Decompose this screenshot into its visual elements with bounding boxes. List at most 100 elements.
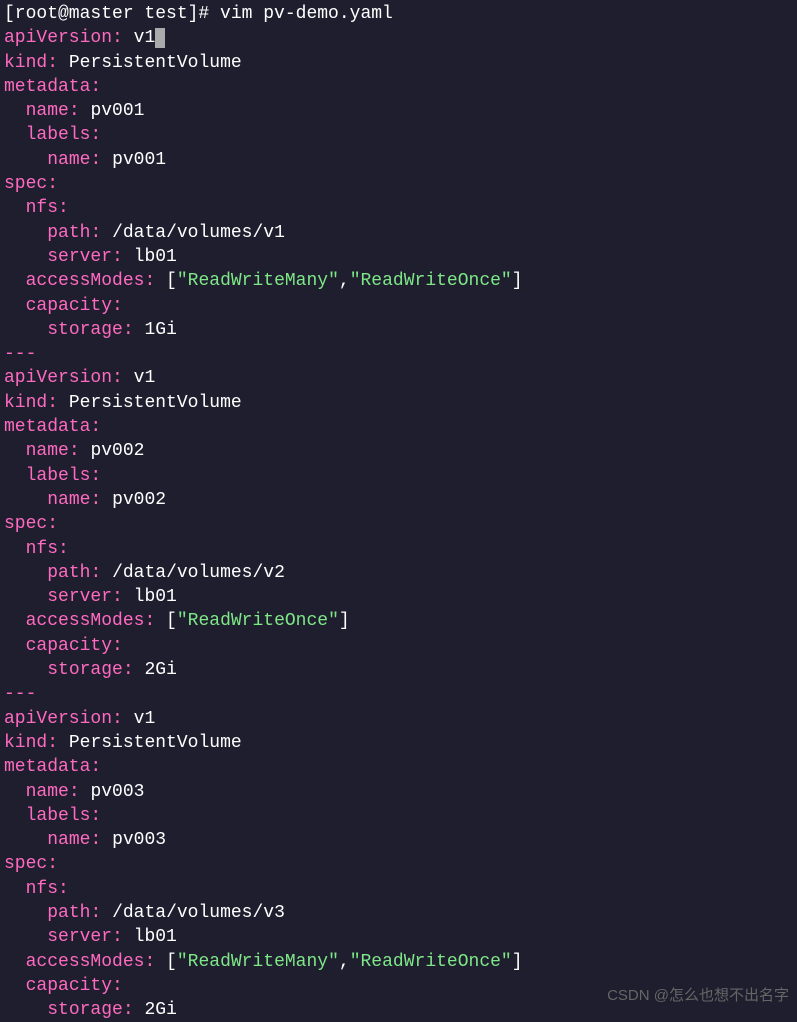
- value-label-name: pv001: [112, 150, 166, 170]
- colon: :: [69, 782, 80, 802]
- colon: :: [69, 101, 80, 121]
- yaml-content: apiVersion: v1kind: PersistentVolumemeta…: [4, 26, 793, 1022]
- access-mode-value: "ReadWriteOnce": [350, 271, 512, 291]
- colon: :: [112, 368, 123, 388]
- yaml-line: spec:: [4, 172, 793, 196]
- colon: :: [47, 514, 58, 534]
- value-storage: 2Gi: [144, 1000, 176, 1020]
- yaml-line: name: pv002: [4, 488, 793, 512]
- yaml-line: capacity:: [4, 634, 793, 658]
- access-mode-value: "ReadWriteMany": [177, 952, 339, 972]
- shell-prompt-line: [root@master test]# vim pv-demo.yaml: [4, 2, 793, 26]
- yaml-line: labels:: [4, 804, 793, 828]
- key-spec: spec: [4, 514, 47, 534]
- separator: ---: [4, 684, 36, 704]
- yaml-line: kind: PersistentVolume: [4, 391, 793, 415]
- colon: :: [47, 53, 58, 73]
- key-metadata: metadata: [4, 417, 90, 437]
- colon: :: [112, 636, 123, 656]
- yaml-line: storage: 1Gi: [4, 318, 793, 342]
- key-server: server: [47, 247, 112, 267]
- colon: :: [90, 490, 101, 510]
- colon: :: [112, 247, 123, 267]
- access-mode-value: "ReadWriteOnce": [177, 611, 339, 631]
- key-accessmodes: accessModes: [26, 611, 145, 631]
- key-metadata: metadata: [4, 77, 90, 97]
- yaml-line: accessModes: ["ReadWriteMany","ReadWrite…: [4, 950, 793, 974]
- key-kind: kind: [4, 393, 47, 413]
- colon: :: [112, 976, 123, 996]
- value-path: /data/volumes/v2: [112, 563, 285, 583]
- key-name: name: [26, 101, 69, 121]
- yaml-line: path: /data/volumes/v1: [4, 221, 793, 245]
- yaml-line: labels:: [4, 123, 793, 147]
- cursor: [155, 28, 165, 48]
- value-server: lb01: [134, 587, 177, 607]
- value-path: /data/volumes/v3: [112, 903, 285, 923]
- yaml-line: name: pv002: [4, 439, 793, 463]
- yaml-line: spec:: [4, 852, 793, 876]
- colon: :: [112, 28, 123, 48]
- colon: :: [90, 757, 101, 777]
- key-labels: labels: [26, 125, 91, 145]
- key-capacity: capacity: [26, 636, 112, 656]
- access-mode-value: "ReadWriteOnce": [350, 952, 512, 972]
- colon: :: [90, 903, 101, 923]
- key-apiversion: apiVersion: [4, 28, 112, 48]
- colon: :: [47, 174, 58, 194]
- colon: :: [47, 854, 58, 874]
- watermark: CSDN @怎么也想不出名字: [607, 986, 789, 1006]
- yaml-line: name: pv001: [4, 99, 793, 123]
- yaml-line: labels:: [4, 464, 793, 488]
- terminal-output[interactable]: [root@master test]# vim pv-demo.yaml api…: [4, 2, 793, 1022]
- yaml-line: kind: PersistentVolume: [4, 51, 793, 75]
- value-storage: 1Gi: [144, 320, 176, 340]
- key-storage: storage: [47, 320, 123, 340]
- value-server: lb01: [134, 247, 177, 267]
- key-server: server: [47, 587, 112, 607]
- yaml-line: name: pv003: [4, 780, 793, 804]
- colon: :: [90, 830, 101, 850]
- key-labels: labels: [26, 806, 91, 826]
- key-label-name: name: [47, 490, 90, 510]
- yaml-line: metadata:: [4, 755, 793, 779]
- colon: :: [123, 660, 134, 680]
- yaml-line: nfs:: [4, 877, 793, 901]
- key-storage: storage: [47, 660, 123, 680]
- key-nfs: nfs: [26, 198, 58, 218]
- key-path: path: [47, 903, 90, 923]
- key-capacity: capacity: [26, 296, 112, 316]
- yaml-line: name: pv003: [4, 828, 793, 852]
- yaml-line: capacity:: [4, 294, 793, 318]
- yaml-line: name: pv001: [4, 148, 793, 172]
- colon: :: [69, 441, 80, 461]
- key-apiversion: apiVersion: [4, 368, 112, 388]
- yaml-line: metadata:: [4, 75, 793, 99]
- colon: :: [90, 150, 101, 170]
- yaml-line: nfs:: [4, 537, 793, 561]
- yaml-line: storage: 2Gi: [4, 658, 793, 682]
- colon: :: [90, 77, 101, 97]
- key-kind: kind: [4, 53, 47, 73]
- colon: :: [58, 539, 69, 559]
- yaml-line: apiVersion: v1: [4, 707, 793, 731]
- value-apiversion: v1: [134, 28, 156, 48]
- separator: ---: [4, 344, 36, 364]
- colon: :: [123, 320, 134, 340]
- colon: :: [144, 271, 155, 291]
- key-accessmodes: accessModes: [26, 952, 145, 972]
- key-path: path: [47, 563, 90, 583]
- key-capacity: capacity: [26, 976, 112, 996]
- yaml-line: metadata:: [4, 415, 793, 439]
- colon: :: [144, 952, 155, 972]
- colon: :: [90, 125, 101, 145]
- key-name: name: [26, 782, 69, 802]
- yaml-line: apiVersion: v1: [4, 26, 793, 50]
- value-kind: PersistentVolume: [69, 53, 242, 73]
- colon: :: [58, 198, 69, 218]
- yaml-line: path: /data/volumes/v3: [4, 901, 793, 925]
- key-labels: labels: [26, 466, 91, 486]
- key-metadata: metadata: [4, 757, 90, 777]
- value-label-name: pv003: [112, 830, 166, 850]
- key-label-name: name: [47, 830, 90, 850]
